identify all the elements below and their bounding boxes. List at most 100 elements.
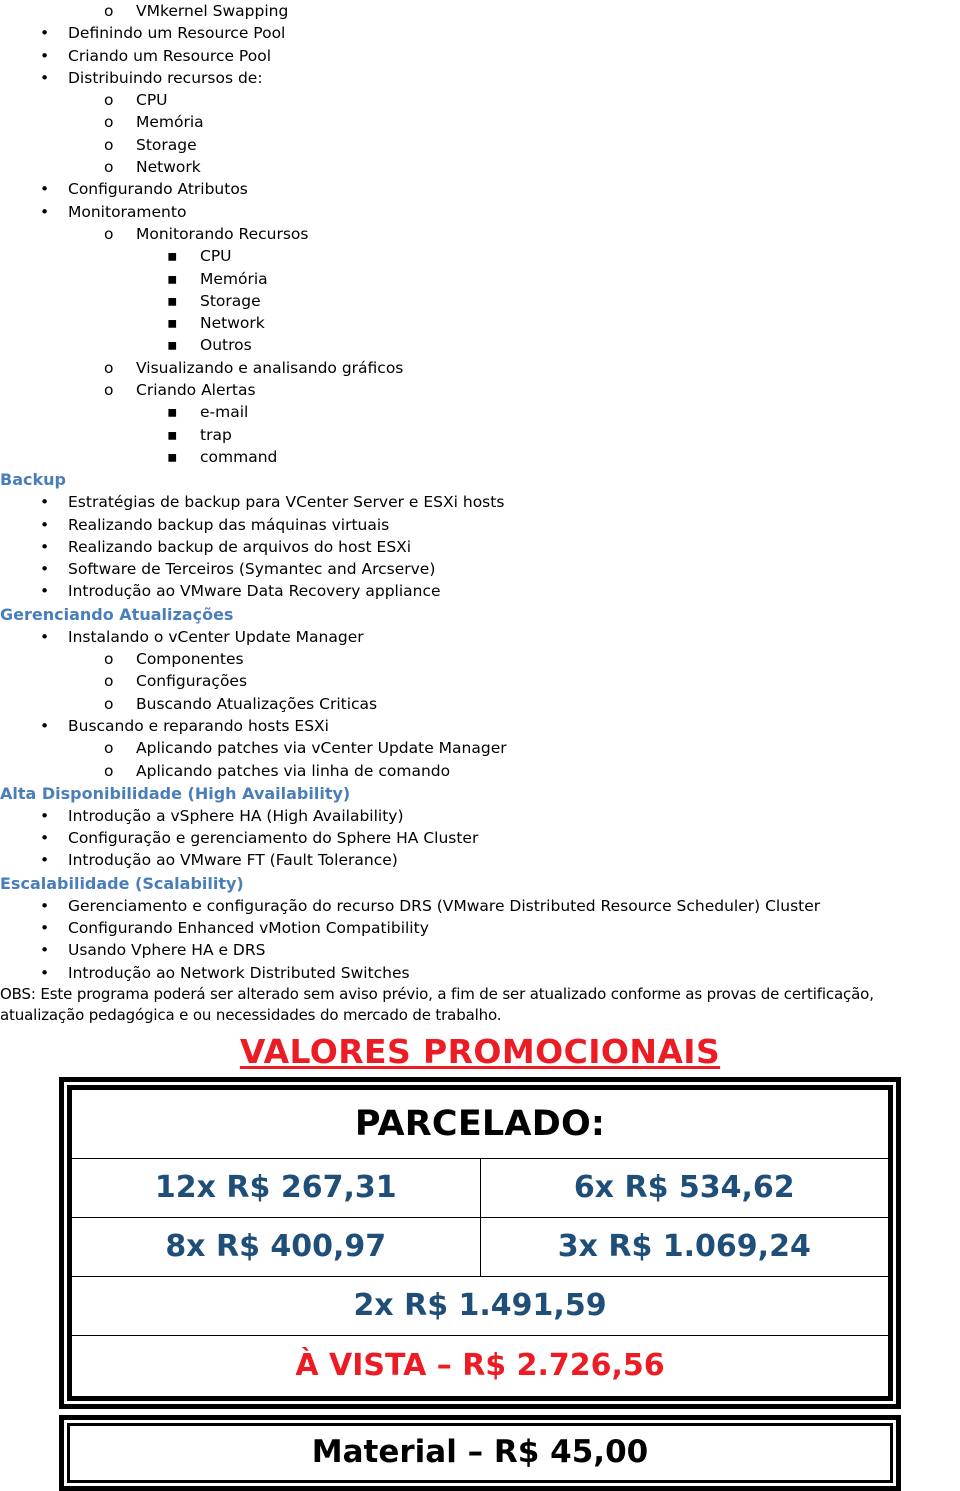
bullet-disc-icon: • [40, 202, 50, 221]
bullet-disc-icon: • [40, 627, 50, 646]
outline-item-l1: • Configuração e gerenciamento do Sphere … [0, 827, 960, 849]
bullet-disc-icon: • [40, 918, 50, 937]
outline-item-l1: • Introdução a vSphere HA (High Availabil… [0, 805, 960, 827]
outline-item-l1: • Usando Vphere HA e DRS [0, 939, 960, 961]
avista-price-cell: À VISTA – R$ 2.726,56 [71, 1334, 889, 1397]
outline-item-label: Aplicando patches via vCenter Update Man… [136, 739, 507, 758]
outline-item-l3: ▪ e-mail [0, 401, 960, 423]
outline-item-l2: o Criando Alertas [0, 379, 960, 401]
outline-item-label: Configurando Atributos [68, 180, 248, 199]
disclaimer-line: atualização pedagógica e ou necessidades… [0, 1005, 502, 1024]
section-heading: Gerenciando Atualizações [0, 603, 960, 626]
outline-item-l3: ▪ Network [0, 312, 960, 334]
outline-item-label: CPU [136, 91, 168, 110]
price-cell-left: 12x R$ 267,31 [71, 1157, 481, 1218]
bullet-disc-icon: • [40, 537, 50, 556]
price-table-row: 8x R$ 400,97 3x R$ 1.069,24 [71, 1216, 889, 1277]
bullet-square-icon: ▪ [167, 269, 178, 288]
outline-item-label: Configurações [136, 672, 248, 691]
bullet-disc-icon: • [40, 806, 50, 825]
outline-item-label: Definindo um Resource Pool [68, 24, 286, 43]
outline-item-l1: • Introdução ao VMware Data Recovery appl… [0, 580, 960, 602]
bullet-square-icon: ▪ [167, 447, 178, 466]
bullet-square-icon: ▪ [167, 314, 178, 333]
outline-item-l2: o Storage [0, 134, 960, 156]
outline-item-label: Monitoramento [68, 202, 187, 221]
outline-item-l1: • Realizando backup das máquinas virtuais [0, 514, 960, 536]
document-page: o VMkernel Swapping • Definindo um Resource… [0, 0, 960, 1491]
outline-item-label: CPU [200, 247, 232, 266]
outline-item-label: Realizando backup das máquinas virtuais [68, 515, 390, 534]
section-heading: Backup [0, 468, 960, 491]
bullet-circle-icon: o [104, 761, 114, 780]
course-outline: o VMkernel Swapping • Definindo um Resource… [0, 0, 960, 984]
bullet-square-icon: ▪ [167, 403, 178, 422]
price-table-fullrow: À VISTA – R$ 2.726,56 [71, 1334, 889, 1397]
outline-item-l3: ▪ trap [0, 424, 960, 446]
price-table-outer-border: PARCELADO: 12x R$ 267,31 6x R$ 534,62 8x R$… [59, 1076, 901, 1409]
outline-item-label: Gerenciando Atualizações [0, 604, 234, 624]
outline-item-label: Storage [136, 135, 197, 154]
outline-item-l1: • Introdução ao Network Distributed Switc… [0, 962, 960, 984]
outline-item-label: e-mail [200, 403, 249, 422]
outline-item-l1: • Gerenciamento e configuração do recurso… [0, 895, 960, 917]
outline-item-label: Instalando o vCenter Update Manager [68, 627, 364, 646]
outline-item-l2: o Buscando Atualizações Criticas [0, 693, 960, 715]
bullet-circle-icon: o [104, 2, 114, 20]
outline-item-label: Introdução ao VMware Data Recovery appli… [68, 582, 441, 601]
outline-item-label: Alta Disponibilidade (High Availability) [0, 783, 351, 803]
outline-item-label: Storage [200, 291, 261, 310]
bullet-circle-icon: o [104, 224, 114, 243]
outline-item-label: Distribuindo recursos de: [68, 68, 263, 87]
outline-item-label: Realizando backup de arquivos do host ES… [68, 537, 412, 556]
outline-item-l3: ▪ Storage [0, 290, 960, 312]
outline-item-label: Network [136, 158, 201, 177]
bullet-circle-icon: o [104, 739, 114, 758]
disclaimer-note: OBS: Este programa poderá ser alterado s… [0, 984, 960, 1026]
outline-item-label: Configurando Enhanced vMotion Compatibil… [68, 918, 429, 937]
promo-title-container: VALORES PROMOCIONAIS [0, 1032, 960, 1071]
outline-item-l1: • Distribuindo recursos de: [0, 67, 960, 89]
bullet-circle-icon: o [104, 113, 114, 132]
outline-item-l1: • Buscando e reparando hosts ESXi [0, 715, 960, 737]
outline-item-l1: • Software de Terceiros (Symantec and Arc… [0, 558, 960, 580]
outline-item-label: Buscando e reparando hosts ESXi [68, 716, 329, 735]
outline-item-l1: • Definindo um Resource Pool [0, 22, 960, 44]
installment-price-cell: 2x R$ 1.491,59 [71, 1275, 889, 1336]
bullet-circle-icon: o [104, 135, 114, 154]
outline-item-label: Usando Vphere HA e DRS [68, 941, 266, 960]
bullet-circle-icon: o [104, 158, 114, 177]
outline-item-l2: o Monitorando Recursos [0, 223, 960, 245]
parcelado-header-cell: PARCELADO: [71, 1088, 889, 1159]
material-price-text: Material – R$ 45,00 [311, 1433, 649, 1470]
outline-item-l2: o Componentes [0, 648, 960, 670]
outline-item-label: Memória [200, 269, 268, 288]
bullet-square-icon: ▪ [167, 247, 178, 266]
price-table-container: PARCELADO: 12x R$ 267,31 6x R$ 534,62 8x R$… [59, 1076, 901, 1409]
outline-item-label: Outros [200, 336, 252, 355]
bullet-disc-icon: • [40, 896, 50, 915]
outline-item-label: Introdução ao VMware FT (Fault Tolerance… [68, 851, 398, 870]
outline-item-label: Backup [0, 470, 66, 490]
outline-item-l1: • Monitoramento [0, 201, 960, 223]
bullet-disc-icon: • [40, 941, 50, 960]
price-table-fullrow: 2x R$ 1.491,59 [71, 1275, 889, 1336]
promo-title: VALORES PROMOCIONAIS [239, 1031, 721, 1071]
outline-item-label: Introdução a vSphere HA (High Availabili… [68, 806, 404, 825]
outline-item-label: Componentes [136, 650, 244, 669]
outline-item-l2: o Configurações [0, 670, 960, 692]
price-cell-right: 6x R$ 534,62 [479, 1157, 889, 1218]
bullet-circle-icon: o [104, 650, 114, 669]
bullet-disc-icon: • [40, 851, 50, 870]
outline-item-l1: • Instalando o vCenter Update Manager [0, 626, 960, 648]
bullet-circle-icon: o [104, 381, 114, 400]
bullet-disc-icon: • [40, 46, 50, 65]
outline-item-l2: o Memória [0, 111, 960, 133]
bullet-circle-icon: o [104, 91, 114, 110]
bullet-disc-icon: • [40, 68, 50, 87]
bullet-disc-icon: • [40, 716, 50, 735]
outline-item-l1: • Estratégias de backup para VCenter Serv… [0, 491, 960, 513]
outline-item-label: Software de Terceiros (Symantec and Arcs… [68, 560, 436, 579]
outline-item-l3: ▪ command [0, 446, 960, 468]
disclaimer-line: OBS: Este programa poderá ser alterado s… [0, 984, 874, 1003]
